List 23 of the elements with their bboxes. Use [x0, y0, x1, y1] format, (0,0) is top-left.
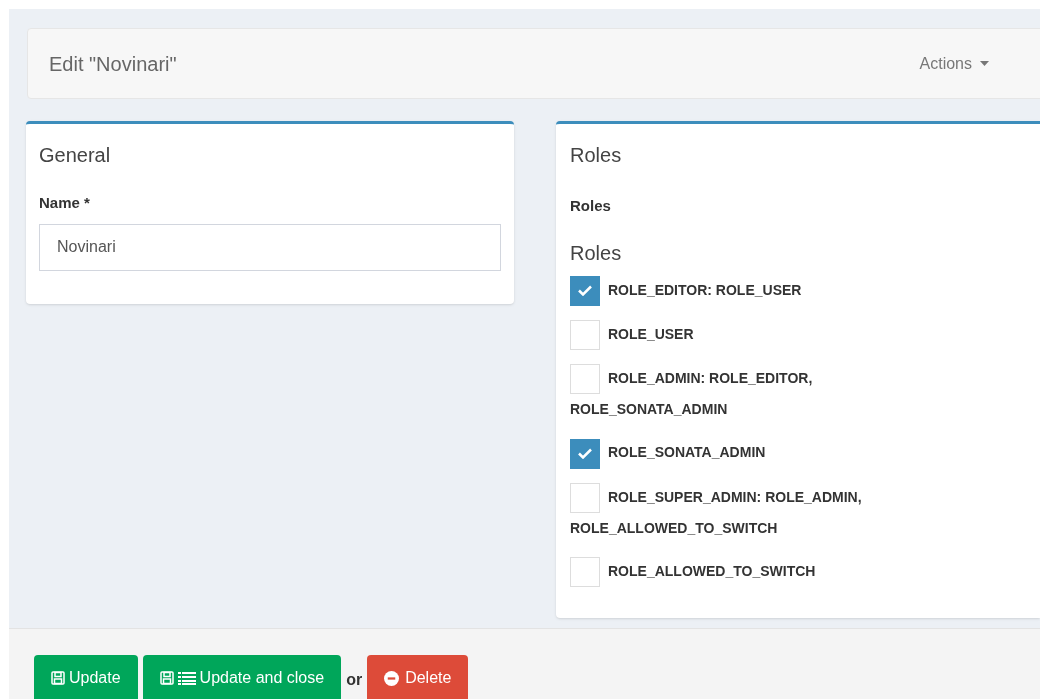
role-checkbox-label[interactable]: ROLE_USER [570, 318, 940, 351]
role-checkbox-label[interactable]: ROLE_SONATA_ADMIN [570, 437, 940, 469]
card-title: General [39, 143, 112, 168]
field-label: Roles [570, 196, 612, 216]
checkbox[interactable] [570, 438, 600, 469]
checkbox[interactable] [570, 275, 600, 306]
field-label: Name * [39, 193, 91, 213]
card-title: Roles [570, 143, 623, 168]
actions-dropdown[interactable]: Actions [919, 51, 989, 76]
page-title: Edit "Novinari" [49, 51, 177, 77]
group-title: Roles [570, 240, 623, 266]
list-icon [177, 671, 196, 685]
delete-button[interactable]: Delete [367, 655, 469, 699]
minus-circle-icon [384, 670, 400, 686]
name-field[interactable]: Novinari [39, 223, 501, 271]
check-icon [578, 285, 592, 297]
role-checkbox-label[interactable]: ROLE_SUPER_ADMIN: ROLE_ADMIN, ROLE_ALLOWED_TO_SWITCH [570, 481, 940, 543]
caret-icon [980, 61, 989, 66]
or-text: or [346, 670, 363, 690]
role-checkbox-label[interactable]: ROLE_ADMIN: ROLE_EDITOR, ROLE_SONATA_ADMIN [570, 363, 940, 425]
role-checkbox-label[interactable]: ROLE_EDITOR: ROLE_USER [570, 274, 940, 306]
check-icon [578, 448, 592, 460]
role-checkbox-label[interactable]: ROLE_ALLOWED_TO_SWITCH [570, 556, 940, 588]
